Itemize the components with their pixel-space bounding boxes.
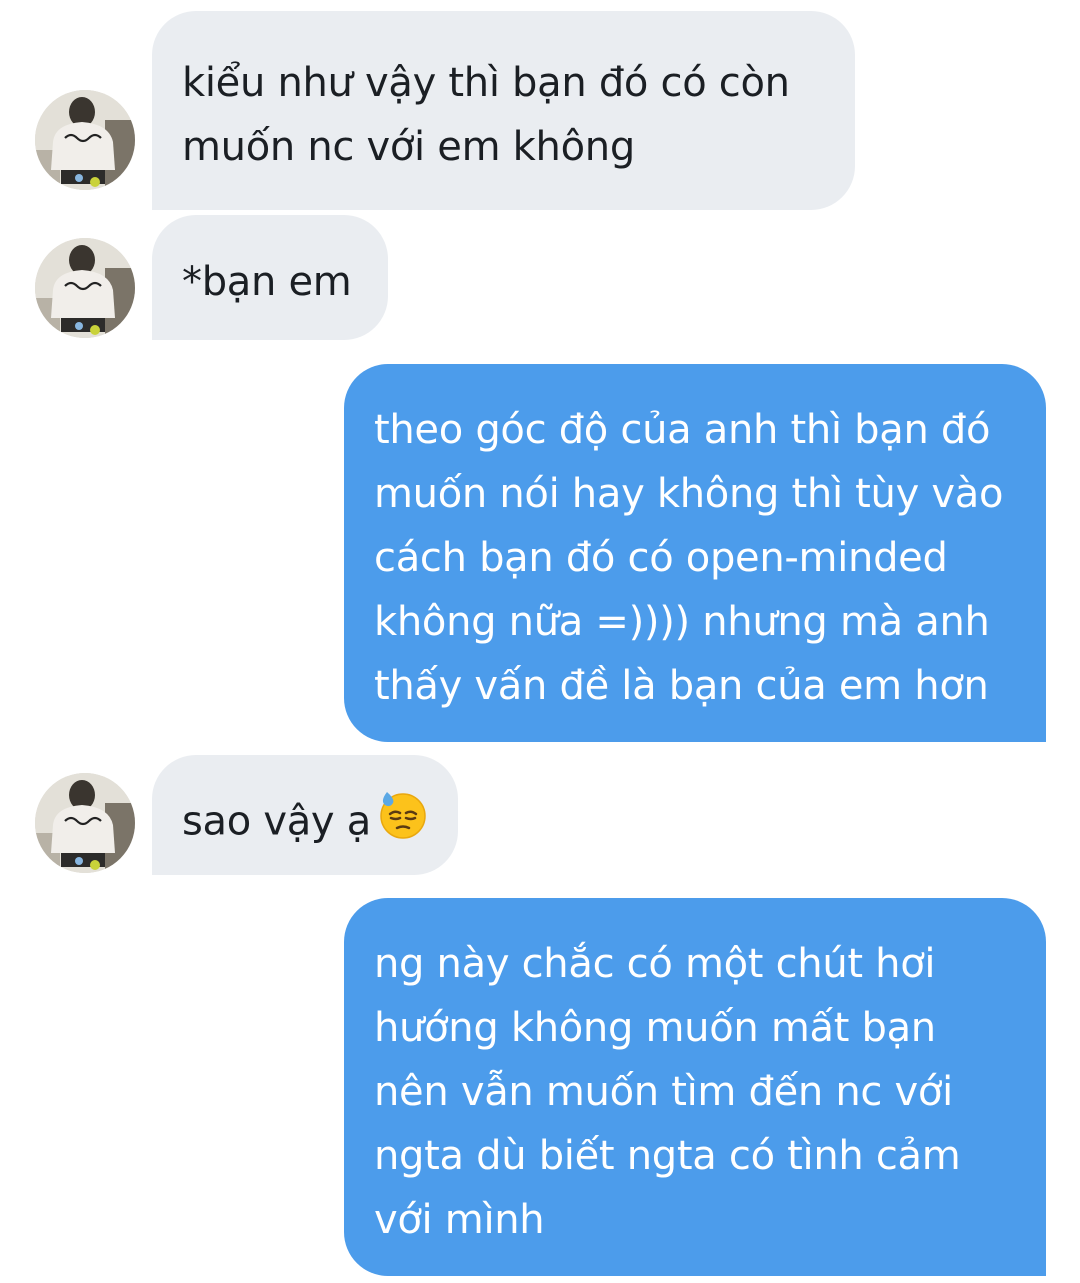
message-line: với mình: [374, 1197, 545, 1243]
message-line: hướng không muốn mất bạn: [374, 1005, 936, 1051]
message-line: theo góc độ của anh thì bạn đó: [374, 407, 991, 453]
message-bubble-incoming[interactable]: *bạn em: [152, 215, 388, 340]
message-line: *bạn em: [182, 259, 352, 305]
avatar-photo: [35, 90, 135, 190]
message-line: ng này chắc có một chút hơi: [374, 941, 936, 987]
message-bubble-incoming[interactable]: sao vậy ạ: [152, 755, 458, 875]
message-line: thấy vấn đề là bạn của em hơn: [374, 663, 989, 709]
message-line: nên vẫn muốn tìm đến nc với: [374, 1069, 953, 1115]
message-line: không nữa =)))) nhưng mà anh: [374, 599, 990, 645]
message-line: sao vậy ạ: [182, 788, 428, 859]
contact-avatar[interactable]: [35, 90, 135, 190]
contact-avatar[interactable]: [35, 238, 135, 338]
message-line: muốn nc với em không: [182, 124, 635, 170]
message-line: kiểu như vậy thì bạn đó có còn: [182, 60, 790, 106]
downcast-face-with-sweat-icon: [377, 788, 429, 859]
message-text: sao vậy ạ: [182, 798, 371, 845]
message-bubble-incoming[interactable]: kiểu như vậy thì bạn đó có còn muốn nc v…: [152, 11, 855, 210]
message-line: cách bạn đó có open-minded: [374, 535, 948, 581]
message-line: muốn nói hay không thì tùy vào: [374, 471, 1004, 517]
contact-avatar[interactable]: [35, 773, 135, 873]
message-line: ngta dù biết ngta có tình cảm: [374, 1133, 961, 1179]
avatar-photo: [35, 238, 135, 338]
message-bubble-outgoing[interactable]: ng này chắc có một chút hơi hướng không …: [344, 898, 1046, 1276]
avatar-photo: [35, 773, 135, 873]
message-bubble-outgoing[interactable]: theo góc độ của anh thì bạn đó muốn nói …: [344, 364, 1046, 742]
